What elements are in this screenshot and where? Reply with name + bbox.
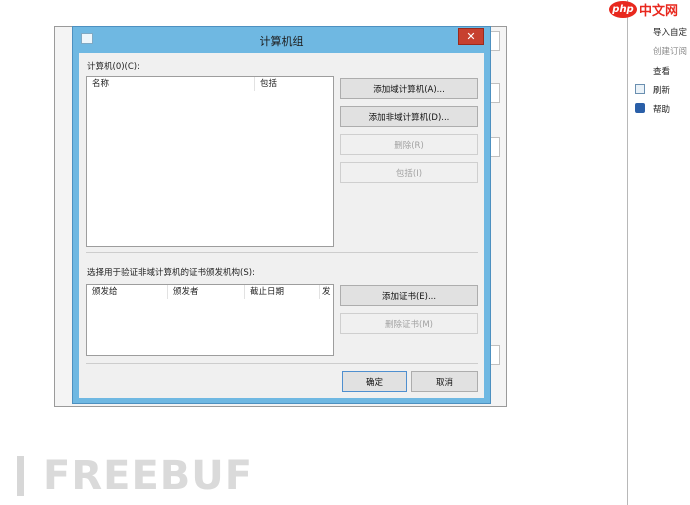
background-window-control [490, 31, 500, 51]
remove-certificate-button[interactable]: 删除证书(M) [340, 313, 478, 334]
add-certificate-button[interactable]: 添加证书(E)... [340, 285, 478, 306]
column-header-issued-to[interactable]: 颁发给 [87, 285, 168, 299]
add-domain-computer-button[interactable]: 添加域计算机(A)... [340, 78, 478, 99]
freebuf-watermark: FREEBUF [17, 456, 253, 496]
freebuf-logo-icon [17, 456, 37, 496]
footer-divider [86, 363, 478, 364]
column-header-include[interactable]: 包括 [255, 77, 333, 91]
section-divider [86, 252, 478, 253]
add-nondomain-computer-button[interactable]: 添加非域计算机(D)... [340, 106, 478, 127]
action-help[interactable]: 帮助 [653, 103, 670, 115]
dialog-client-area: 计算机(0)(C): 名称 包括 添加域计算机(A)... 添加非域计算机(D)… [79, 53, 484, 398]
column-header-more[interactable]: 发 [320, 285, 333, 299]
cancel-button[interactable]: 取消 [411, 371, 478, 392]
remove-button[interactable]: 删除(R) [340, 134, 478, 155]
action-import-custom[interactable]: 导入自定 [653, 26, 687, 38]
pane-divider [627, 0, 628, 505]
refresh-icon [635, 84, 645, 94]
help-icon [635, 103, 645, 113]
php-logo: php 中文网 [609, 1, 679, 19]
action-refresh[interactable]: 刷新 [653, 84, 670, 96]
computers-list[interactable]: 名称 包括 [86, 76, 334, 247]
freebuf-text: FREEBUF [43, 453, 254, 499]
column-header-issuer[interactable]: 颁发者 [168, 285, 245, 299]
certificates-list[interactable]: 颁发给 颁发者 截止日期 发 [86, 284, 334, 356]
column-header-name[interactable]: 名称 [87, 77, 255, 91]
php-logo-text: 中文网 [639, 4, 679, 19]
dialog-title: 计算机组 [259, 35, 304, 48]
computer-group-dialog: 计算机组 ✕ 计算机(0)(C): 名称 包括 添加域计算机(A)... 添加非… [72, 26, 491, 404]
dialog-titlebar[interactable]: 计算机组 ✕ [73, 27, 490, 53]
action-create-subscription[interactable]: 创建订阅 [653, 45, 687, 57]
background-window-control [490, 345, 500, 365]
action-view[interactable]: 查看 [653, 65, 670, 77]
column-header-expiry[interactable]: 截止日期 [245, 285, 320, 299]
php-logo-badge: php [609, 1, 637, 18]
ca-label: 选择用于验证非域计算机的证书颁发机构(S): [87, 268, 255, 278]
close-button[interactable]: ✕ [458, 28, 484, 45]
background-window-control [490, 137, 500, 157]
ok-button[interactable]: 确定 [342, 371, 407, 392]
include-button[interactable]: 包括(I) [340, 162, 478, 183]
background-window-control [490, 83, 500, 103]
actions-pane: 导入自定 创建订阅 查看 刷新 帮助 [622, 0, 690, 505]
computers-label: 计算机(0)(C): [87, 62, 140, 72]
